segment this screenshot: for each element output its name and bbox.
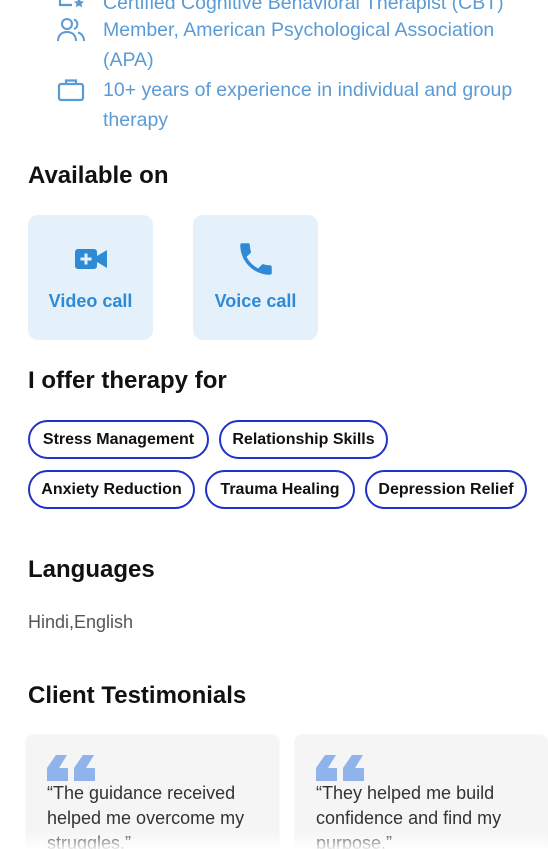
credential-text: Member, American Psychological Associati…: [103, 19, 495, 71]
therapy-heading: I offer therapy for: [28, 367, 227, 394]
languages-heading: Languages: [28, 556, 155, 583]
testimonials-heading: Client Testimonials: [28, 682, 247, 709]
therapy-chip-anxiety[interactable]: Anxiety Reduction: [28, 470, 195, 509]
users-icon: [56, 15, 86, 45]
therapy-chip-relationship[interactable]: Relationship Skills: [219, 420, 388, 459]
bottom-fade: [0, 831, 548, 849]
available-heading: Available on: [28, 162, 169, 189]
voice-call-button[interactable]: Voice call: [193, 215, 318, 340]
languages-value: Hindi,English: [28, 612, 134, 632]
therapy-chip-stress[interactable]: Stress Management: [28, 420, 209, 459]
voice-call-label: Voice call: [214, 291, 297, 311]
video-call-button[interactable]: Video call: [28, 215, 153, 340]
video-call-label: Video call: [48, 291, 133, 311]
video-camera-icon: [74, 246, 108, 277]
therapy-chip-trauma[interactable]: Trauma Healing: [205, 470, 355, 509]
credential-text: 10+ years of experience in individual an…: [103, 79, 513, 131]
phone-icon: [235, 238, 277, 285]
briefcase-icon: [56, 75, 86, 105]
therapy-chip-depression[interactable]: Depression Relief: [365, 470, 527, 509]
